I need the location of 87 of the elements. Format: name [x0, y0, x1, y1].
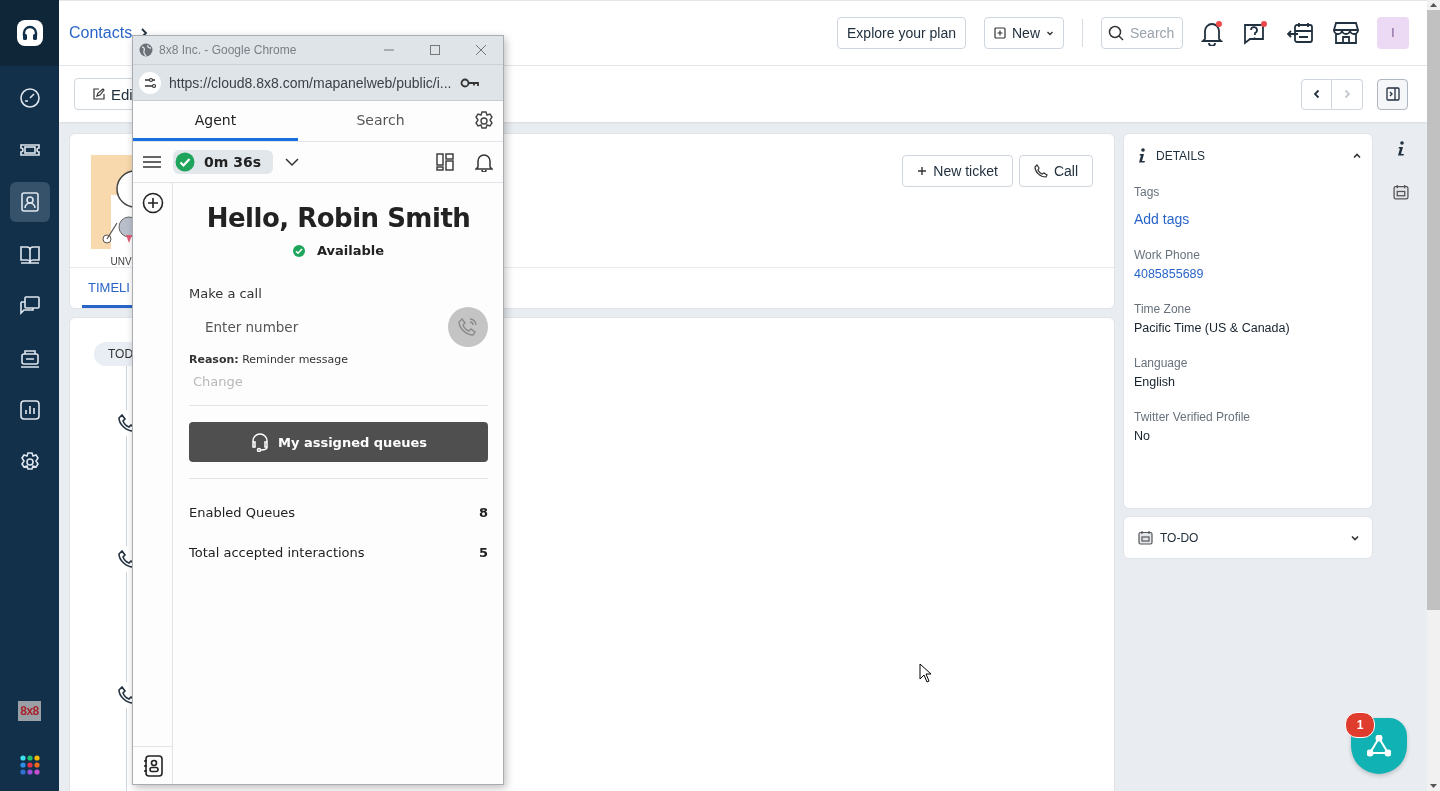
bar-chart-icon: [18, 399, 41, 421]
phone-icon: [1033, 164, 1048, 178]
check-circle-icon: [175, 152, 195, 172]
plus-square-icon: [994, 27, 1006, 39]
todo-title: TO-DO: [1160, 530, 1199, 545]
assigned-queues-button[interactable]: My assigned queues: [189, 422, 488, 462]
triangle-nodes-icon: [1367, 735, 1391, 757]
field-label: Twitter Verified Profile: [1134, 410, 1252, 424]
field-label: Language: [1134, 356, 1189, 370]
status-timer-pill[interactable]: 0m 36s: [173, 150, 274, 174]
brand-badge: 8x8: [18, 701, 41, 721]
call-reason-text: Reason: Reminder message: [189, 353, 350, 366]
stat-label: Enabled Queues: [189, 505, 296, 522]
nav-item[interactable]: [9, 182, 50, 222]
headset-icon: [249, 432, 270, 452]
previous-button[interactable]: [1301, 78, 1332, 110]
panel-tab[interactable]: Search: [298, 101, 463, 141]
phone-icon: [457, 316, 479, 338]
maximize-icon[interactable]: [429, 44, 441, 56]
settings-icon: [18, 451, 41, 473]
dial-button[interactable]: [448, 307, 488, 347]
plus-icon: [917, 166, 928, 176]
bell-icon[interactable]: [1201, 20, 1223, 46]
contact-card-icon: [18, 191, 41, 213]
store-icon[interactable]: [1333, 21, 1359, 45]
stat-value: 5: [478, 545, 488, 562]
site-settings-icon[interactable]: [139, 71, 161, 94]
user-avatar[interactable]: I: [1377, 17, 1409, 49]
scrollbar[interactable]: [1427, 0, 1440, 791]
layout-icon[interactable]: [436, 153, 454, 171]
contact-book-icon[interactable]: [142, 755, 163, 777]
robot-icon: [18, 347, 41, 369]
key-icon[interactable]: [459, 76, 480, 89]
close-icon[interactable]: [475, 44, 487, 56]
field-value: No: [1134, 429, 1151, 443]
window-title: 8x8 Inc. - Google Chrome: [159, 43, 297, 57]
notification-badge: 1: [1345, 712, 1375, 738]
menu-icon[interactable]: [143, 155, 161, 169]
edit-icon: [93, 88, 105, 100]
explore-plan-button[interactable]: Explore your plan: [837, 17, 966, 49]
status-label: Available: [316, 243, 385, 258]
gauge-icon: [18, 87, 41, 109]
search-field[interactable]: Search: [1101, 17, 1183, 49]
avatar-caption: UNV: [110, 256, 132, 267]
calendar-icon: [1138, 530, 1153, 545]
field-value: Pacific Time (US & Canada): [1134, 321, 1291, 335]
field-label: Work Phone: [1134, 248, 1201, 262]
new-ticket-button[interactable]: New ticket: [902, 155, 1013, 187]
make-call-label: Make a call: [189, 286, 263, 301]
panel-toggle-button[interactable]: [1377, 78, 1408, 110]
phone-number-field[interactable]: Enter number: [189, 309, 448, 345]
caret-icon: [1046, 29, 1054, 37]
field-link[interactable]: Add tags: [1134, 211, 1362, 227]
stat-label: Total accepted interactions: [189, 545, 365, 562]
field-link[interactable]: 4085855689: [1134, 267, 1362, 281]
details-title: DETAILS: [1156, 148, 1206, 163]
new-button[interactable]: New: [984, 17, 1064, 49]
book-icon: [18, 243, 41, 265]
chevron-right-icon: [1342, 89, 1352, 99]
breadcrumb-link[interactable]: Contacts: [69, 24, 133, 42]
bell-icon[interactable]: [475, 152, 493, 172]
field-label: Tags: [1134, 185, 1161, 199]
greeting-heading: Hello, Robin Smith: [205, 203, 472, 233]
search-icon: [1108, 25, 1124, 41]
calendar-arrow-icon[interactable]: [1287, 21, 1315, 45]
help-icon[interactable]: [1241, 20, 1269, 46]
info-icon[interactable]: [1397, 141, 1405, 156]
scroll-down-icon[interactable]: [1427, 781, 1440, 791]
add-circle-icon[interactable]: [141, 192, 164, 214]
chat-icon: [18, 295, 41, 317]
stat-value: 8: [478, 505, 488, 522]
side-panel-icon: [1385, 87, 1400, 101]
chevron-down-icon[interactable]: [285, 157, 300, 167]
mouse-cursor-icon: [919, 663, 932, 683]
calendar-icon[interactable]: [1393, 184, 1409, 200]
field-label: Time Zone: [1134, 302, 1192, 316]
settings-icon[interactable]: [473, 110, 495, 132]
globe-icon: [139, 43, 153, 57]
chevron-right-icon: [140, 28, 149, 38]
field-value: English: [1134, 375, 1176, 389]
headset-logo-icon: [15, 19, 44, 47]
info-icon: [1138, 148, 1146, 163]
app-grid-icon[interactable]: [19, 755, 40, 775]
panel-tab[interactable]: Agent: [133, 101, 298, 141]
available-check-icon: [292, 244, 305, 257]
call-button[interactable]: Call: [1018, 155, 1093, 187]
chevron-left-icon: [1311, 89, 1322, 99]
